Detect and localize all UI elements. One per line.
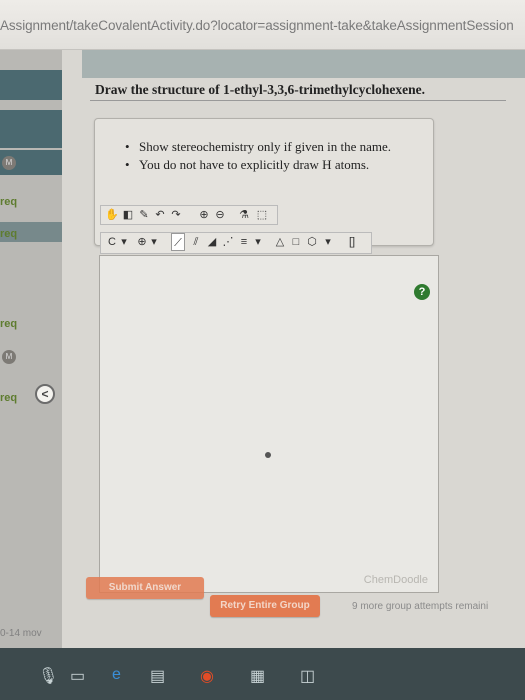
eraser-icon[interactable]: ◧ bbox=[121, 206, 135, 224]
file-explorer-icon[interactable]: ▤ bbox=[150, 666, 165, 686]
task-view-icon[interactable]: ▭ bbox=[70, 666, 85, 686]
browser-address-bar[interactable]: Assignment/takeCovalentActivity.do?locat… bbox=[0, 0, 525, 50]
zoom-in-icon[interactable]: ⊕ bbox=[197, 206, 211, 224]
app-icon[interactable]: ▦ bbox=[250, 666, 265, 686]
hash-bond-icon[interactable]: ⋰ bbox=[221, 233, 235, 251]
cyclohexane-icon[interactable]: ⬡ bbox=[305, 233, 319, 251]
sidebar-req-label: req bbox=[0, 228, 18, 240]
attempts-remaining: 9 more group attempts remaini bbox=[352, 601, 489, 612]
sidebar-item-2[interactable] bbox=[0, 110, 62, 148]
canvas-dot bbox=[265, 452, 271, 458]
zoom-out-icon[interactable]: ⊖ bbox=[213, 206, 227, 224]
question-divider bbox=[90, 100, 506, 101]
date-label: 0-14 mov bbox=[0, 628, 42, 639]
chevron-down-icon[interactable]: ▾ bbox=[147, 233, 161, 251]
drawing-canvas[interactable]: ? ChemDoodle bbox=[99, 255, 439, 593]
chemdoodle-brand: ChemDoodle bbox=[363, 574, 428, 586]
single-bond-icon[interactable]: ⟋ bbox=[171, 233, 185, 251]
header-strip bbox=[82, 50, 525, 78]
url-text[interactable]: Assignment/takeCovalentActivity.do?locat… bbox=[0, 18, 514, 33]
retry-group-button[interactable]: Retry Entire Group bbox=[210, 595, 320, 617]
assignment-sidebar: M req req req M req < bbox=[0, 50, 62, 650]
edge-browser-icon[interactable]: e bbox=[112, 666, 121, 684]
sidebar-item-3[interactable]: M bbox=[0, 150, 62, 175]
chrome-icon[interactable]: ◉ bbox=[200, 666, 214, 686]
hints-box: • Show stereochemistry only if given in t… bbox=[94, 118, 434, 246]
triple-bond-icon[interactable]: ≡ bbox=[237, 233, 251, 251]
hint-text: Show stereochemistry only if given in th… bbox=[139, 139, 392, 154]
help-icon[interactable]: ? bbox=[414, 284, 430, 300]
pencil-icon[interactable]: ✎ bbox=[137, 206, 151, 224]
submit-answer-button[interactable]: Submit Answer bbox=[86, 577, 204, 599]
editor-toolbar-bottom: C ▾ ⊕ ▾ ⟋ ⫽ ◢ ⋰ ≡ ▾ △ □ ⬡ ▾ [] bbox=[100, 232, 372, 254]
sidebar-req-label: req bbox=[0, 318, 18, 330]
3d-view-icon[interactable]: ⬚ bbox=[255, 206, 269, 224]
sidebar-badge: M bbox=[2, 156, 16, 170]
editor-toolbar-top: ✋ ◧ ✎ ↶ ↷ ⊕ ⊖ ⚗ ⬚ bbox=[100, 205, 278, 225]
collapse-sidebar-button[interactable]: < bbox=[35, 384, 55, 404]
clean-icon[interactable]: ⚗ bbox=[237, 206, 251, 224]
microphone-icon[interactable]: 🎙 bbox=[38, 666, 58, 686]
chevron-down-icon[interactable]: ▾ bbox=[117, 233, 131, 251]
bracket-icon[interactable]: [] bbox=[345, 233, 359, 251]
cyclopropane-icon[interactable]: △ bbox=[273, 233, 287, 251]
question-title: Draw the structure of 1-ethyl-3,3,6-trim… bbox=[95, 82, 426, 97]
sidebar-req-label: req bbox=[0, 196, 18, 208]
sidebar-badge: M bbox=[2, 350, 16, 364]
sidebar-item-1[interactable] bbox=[0, 70, 62, 100]
hand-icon[interactable]: ✋ bbox=[105, 206, 119, 224]
hint-text: You do not have to explicitly draw H ato… bbox=[139, 157, 370, 172]
chevron-down-icon[interactable]: ▾ bbox=[251, 233, 265, 251]
sidebar-req-label: req bbox=[0, 392, 18, 404]
hint-item: • You do not have to explicitly draw H at… bbox=[125, 157, 370, 172]
store-icon[interactable]: ◫ bbox=[300, 666, 315, 686]
main-content: Draw the structure of 1-ethyl-3,3,6-trim… bbox=[62, 50, 525, 650]
double-bond-icon[interactable]: ⫽ bbox=[189, 233, 203, 251]
cyclobutane-icon[interactable]: □ bbox=[289, 233, 303, 251]
wedge-bond-icon[interactable]: ◢ bbox=[205, 233, 219, 251]
redo-icon[interactable]: ↷ bbox=[169, 206, 183, 224]
lasso-icon[interactable]: ↶ bbox=[153, 206, 167, 224]
chevron-down-icon[interactable]: ▾ bbox=[321, 233, 335, 251]
hint-item: • Show stereochemistry only if given in t… bbox=[125, 139, 392, 154]
os-taskbar: 🎙 ▭ e ▤ ◉ ▦ ◫ bbox=[0, 648, 525, 700]
